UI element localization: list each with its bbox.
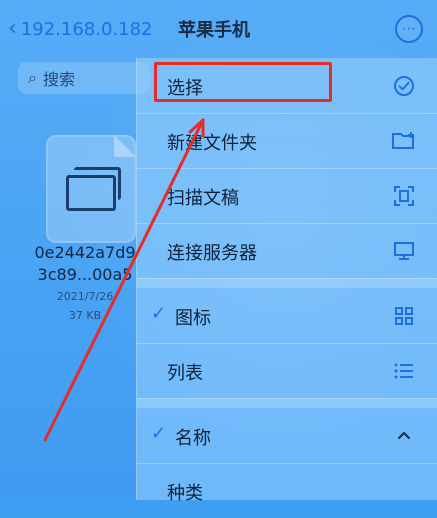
chevron-left-icon: ‹ (8, 15, 17, 41)
search-icon: ⌕ (28, 68, 37, 87)
back-button-label: 192.168.0.182 (20, 18, 153, 40)
monitor-icon (390, 237, 418, 265)
navigation-bar: ‹ 192.168.0.182 苹果手机 ⋯ (0, 0, 437, 58)
check-circle-icon (390, 72, 418, 100)
menu-item-label: 新建文件夹 (167, 133, 257, 154)
search-placeholder: 搜索 (42, 70, 75, 89)
menu-item-sort-name[interactable]: ✓ 名称 (137, 408, 437, 464)
scan-icon (390, 182, 418, 210)
page-title: 苹果手机 (178, 20, 250, 41)
file-size: 37 KB (68, 309, 102, 322)
new-folder-icon (390, 127, 418, 155)
list-icon (390, 357, 418, 385)
file-corner-fold (114, 135, 136, 157)
menu-item-sort-kind[interactable]: 种类 (137, 463, 437, 518)
more-options-button[interactable]: ⋯ (395, 15, 423, 43)
back-button[interactable]: ‹ 192.168.0.182 (8, 14, 153, 44)
menu-item-label: 名称 (175, 428, 211, 449)
search-field[interactable]: ⌕ 搜索 (18, 62, 150, 94)
context-menu: 选择 新建文件夹 扫描文稿 连接服务器 ✓ 图标 列表 ✓ 名称 种类 (136, 58, 437, 504)
menu-item-icons-view[interactable]: ✓ 图标 (137, 288, 437, 344)
menu-item-scan-documents[interactable]: 扫描文稿 (137, 168, 437, 224)
menu-item-label: 列表 (167, 363, 203, 384)
file-name-line-2[interactable]: 3c89...00a5 (30, 265, 140, 284)
checkmark-icon: ✓ (151, 423, 167, 444)
file-date: 2021/7/26 (56, 290, 114, 303)
checkmark-icon: ✓ (151, 303, 167, 324)
window-icon (66, 175, 116, 211)
grid-icon (390, 302, 418, 330)
menu-section-divider (137, 398, 437, 408)
menu-item-label: 图标 (175, 308, 211, 329)
file-name-line-1[interactable]: 0e2442a7d9 (30, 243, 140, 262)
menu-item-label: 扫描文稿 (167, 188, 239, 209)
menu-item-connect-server[interactable]: 连接服务器 (137, 223, 437, 279)
ellipsis-icon: ⋯ (402, 21, 416, 37)
menu-section-divider (137, 278, 437, 288)
menu-item-list-view[interactable]: 列表 (137, 343, 437, 399)
menu-item-label: 连接服务器 (167, 243, 257, 264)
chevron-up-icon (390, 422, 418, 450)
file-thumbnail[interactable] (46, 135, 136, 243)
menu-item-new-folder[interactable]: 新建文件夹 (137, 113, 437, 169)
menu-item-label: 种类 (167, 483, 203, 504)
highlight-box (154, 62, 332, 102)
